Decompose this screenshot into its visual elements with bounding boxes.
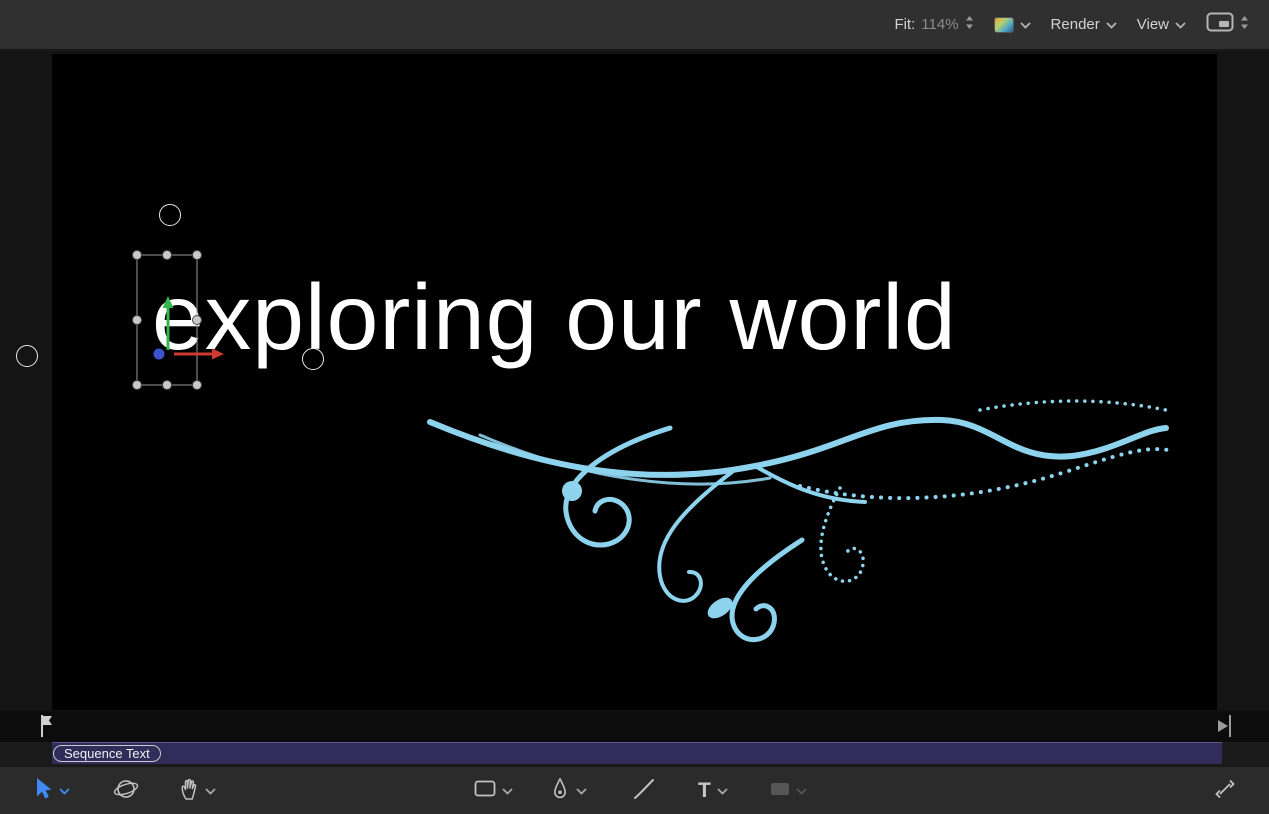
canvas-view[interactable]: exploring our world [52,54,1217,710]
tools-toolbar: T [0,766,1269,814]
hand-icon [178,777,199,806]
text-tool[interactable]: T [698,767,728,814]
chevron-down-icon[interactable] [796,782,807,800]
transform-3d-icon [113,776,139,807]
play-range-end-icon[interactable] [1216,714,1232,743]
chevron-down-icon[interactable] [205,782,216,800]
render-menu[interactable]: Render [1051,16,1117,34]
view-menu[interactable]: View [1137,16,1186,34]
anchor-point-circle[interactable] [159,204,181,226]
flourish-graphic[interactable] [420,390,1170,670]
generator-tool-icon [770,782,790,801]
paint-stroke-icon [632,777,656,806]
fit-label: Fit: [894,16,915,33]
render-label: Render [1051,16,1100,33]
timeline-track-sequence-text[interactable]: Sequence Text [52,742,1222,764]
x-axis-handle-icon [174,349,224,360]
chevron-down-icon[interactable] [717,782,728,800]
zoom-control[interactable]: Fit: 114% [894,15,973,35]
y-axis-handle-icon [163,296,174,350]
selection-overlay[interactable] [128,246,238,396]
mask-generator-tool[interactable] [770,767,807,814]
bezier-pen-icon [550,777,570,806]
anchor-point-circle[interactable] [302,348,324,370]
track-name-field[interactable]: Sequence Text [53,745,161,762]
chevron-down-icon [1020,16,1031,34]
zoom-value: 114% [921,16,958,33]
view-label: View [1137,16,1169,33]
anchor-point-circle[interactable] [16,345,38,367]
stepper-icon[interactable] [965,15,974,35]
chevron-down-icon [1175,16,1186,34]
play-range-start-icon[interactable] [40,714,54,743]
chevron-down-icon[interactable] [59,782,70,800]
rectangle-tool-icon [474,780,496,802]
transform-3d-tool[interactable] [113,767,139,814]
expand-icon [1214,778,1236,805]
hand-pan-tool[interactable] [178,767,216,814]
rectangle-shape-tool[interactable] [474,767,513,814]
arrow-cursor-icon [33,777,53,805]
chevron-down-icon [1106,16,1117,34]
stepper-icon[interactable] [1240,15,1249,35]
canvas-toolbar: Fit: 114% Render View [0,0,1269,50]
track-name-label: Sequence Text [64,746,150,761]
bezier-tool[interactable] [550,767,587,814]
paint-stroke-tool[interactable] [632,767,656,814]
display-icon [1206,12,1234,37]
mini-timeline[interactable] [0,711,1269,742]
anchor-point-icon [154,349,165,360]
select-transform-tool[interactable] [33,767,70,814]
motion-canvas-window: Fit: 114% Render View [0,0,1269,814]
chevron-down-icon[interactable] [502,782,513,800]
expand-view-button[interactable] [1214,767,1236,814]
color-swatch-icon [994,17,1014,33]
display-select[interactable] [1206,12,1249,37]
text-tool-icon: T [698,779,711,803]
channels-menu[interactable] [994,16,1031,34]
canvas-text-object[interactable]: exploring our world [152,264,1052,371]
canvas-workspace: exploring our world [0,51,1269,711]
chevron-down-icon[interactable] [576,782,587,800]
